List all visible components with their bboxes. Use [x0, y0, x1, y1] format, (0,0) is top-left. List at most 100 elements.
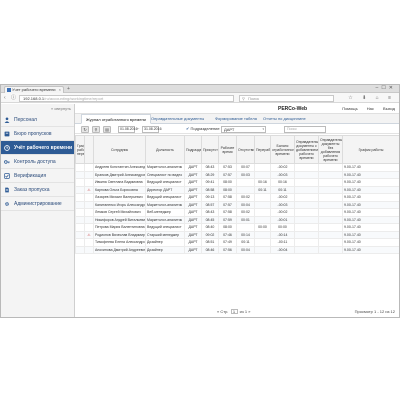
- division-select[interactable]: ДАРТ ▾: [221, 125, 266, 133]
- table-row[interactable]: Бранков Дмитрий Александрович Специалист …: [75, 170, 399, 179]
- table-row[interactable]: Никифоров Андрей Витальевич Маркетолог-ан…: [75, 215, 399, 224]
- check-icon: [4, 173, 10, 179]
- table-cell-position: Директор ДАРТ: [145, 185, 185, 194]
- column-header[interactable]: Оправдательные документы с добавлением р…: [294, 135, 319, 164]
- search-filter-icon[interactable]: ⚲: [92, 125, 100, 133]
- table-cell-presence: 08:43: [201, 163, 219, 172]
- column-header[interactable]: Подразделение: [184, 135, 202, 164]
- table-cell-schedule: 9.00-17.40: [342, 185, 399, 194]
- table-row[interactable]: Анохинова Дмитрий Андреевич Дизайнер ДАРТ 0…: [75, 245, 399, 254]
- favicon-icon: [7, 88, 11, 92]
- table-row[interactable]: Тимофеева Елена АлександровнаДизайнерДАР…: [75, 238, 399, 247]
- table-cell-position: Ведущий специалист: [145, 193, 185, 202]
- column-header[interactable]: [84, 135, 94, 164]
- table-cell-work: 07:56: [218, 245, 237, 254]
- about-link[interactable]: Нас: [367, 106, 374, 111]
- back-icon[interactable]: ‹: [4, 94, 6, 102]
- section-tabs: Журнал отработанного времени Оправдатель…: [75, 114, 399, 124]
- browser-nav-bar: ‹ ⓘ 192.168.0.1/ru/accounting/workingtim…: [1, 93, 399, 103]
- table-row[interactable]: Капитаненко Игорь АлександровичМаркетоло…: [75, 200, 399, 209]
- tab-discipline-reports[interactable]: Отчеты по дисциплине: [263, 114, 306, 124]
- table-cell-schedule-dev: [75, 215, 85, 224]
- browser-search-input[interactable]: ⚲ Поиск: [239, 94, 334, 102]
- url-host: 192.168.0.1: [23, 95, 45, 101]
- column-header[interactable]: Должность: [145, 135, 185, 164]
- sidebar-item-3[interactable]: Контроль доступа: [1, 155, 74, 169]
- table-cell-doc-noadd: [318, 208, 343, 217]
- table-cell-warn: [84, 163, 94, 172]
- key-icon: [4, 159, 10, 165]
- site-info-icon[interactable]: ⓘ: [11, 94, 16, 102]
- column-header[interactable]: Переработка: [254, 135, 271, 164]
- table-cell-schedule: 9.00-17.40: [342, 215, 399, 224]
- table-cell-presence: 08:46: [201, 245, 219, 254]
- table-cell-doc-add: [294, 163, 319, 172]
- table-cell-presence: 08:43: [201, 208, 219, 217]
- table-row[interactable]: ⚠ Карпова Ольга Борисовна Директор ДАРТ ДАР…: [75, 185, 399, 194]
- window-controls[interactable]: –☐✕: [376, 85, 396, 92]
- division-filter-label[interactable]: ✔ Подразделение: [186, 126, 220, 131]
- table-row[interactable]: Ивкина Светлана Вадимовна Ведущий специал…: [75, 178, 399, 187]
- help-link[interactable]: Помощь: [342, 106, 357, 111]
- table-cell-doc-noadd: [318, 200, 343, 209]
- sidebar-item-4[interactable]: Верификация: [1, 169, 74, 183]
- table-cell-position: Маркетолог-аналитик: [145, 200, 185, 209]
- column-header[interactable]: Присутствие: [201, 135, 219, 164]
- prev-page-button[interactable]: «: [217, 309, 219, 314]
- table-cell-doc-add: [294, 200, 319, 209]
- page-label: Стр.: [220, 309, 229, 314]
- column-header[interactable]: Отсутствие: [236, 135, 255, 164]
- address-bar[interactable]: 192.168.0.1/ru/accounting/workingtime/re…: [19, 94, 234, 102]
- table-cell-schedule-dev: [75, 223, 85, 232]
- table-search-input[interactable]: Поиск: [284, 125, 326, 133]
- column-header[interactable]: Баланс отработанного времени: [270, 135, 295, 164]
- table-cell-schedule-dev: [75, 193, 85, 202]
- table-cell-position: Дизайнер: [145, 238, 185, 247]
- table-cell-warn: ⚠: [84, 185, 94, 194]
- sidebar-item-5[interactable]: Заказ пропуска: [1, 183, 74, 197]
- checkbox-icon[interactable]: ✔: [186, 126, 189, 131]
- tab-justification-docs[interactable]: Оправдательные документы: [151, 114, 204, 124]
- table-row[interactable]: Петрова Мария Валентиновна Ведущий специа…: [75, 223, 399, 232]
- table-row[interactable]: ⚠Родионов Вячеслав ВладимировичСтарший м…: [75, 230, 399, 239]
- browser-window: Учет рабочего времени × + –☐✕ ‹ ⓘ 192.16…: [0, 84, 400, 318]
- table-cell-position: Ведущий специалист: [145, 223, 185, 232]
- column-header[interactable]: Оправдательные документы без добавления …: [318, 135, 343, 164]
- sidebar-item-2[interactable]: Учёт рабочего времени: [1, 141, 74, 155]
- attendance-table: График работы пере… СотрудникДолжностьПод…: [75, 135, 399, 254]
- table-cell-doc-noadd: [318, 163, 343, 172]
- browser-tab[interactable]: Учет рабочего времени ×: [4, 86, 64, 93]
- refresh-icon[interactable]: ↻: [81, 125, 89, 133]
- column-header[interactable]: График работы пере…: [75, 135, 85, 164]
- column-header[interactable]: Рабочее время: [218, 135, 237, 164]
- logout-link[interactable]: Выход: [383, 106, 395, 111]
- table-cell-schedule: 9.00-17.40: [342, 238, 399, 247]
- collapse-sidebar-button[interactable]: « свернуть: [1, 104, 74, 113]
- tab-work-log[interactable]: Журнал отработанного времени: [81, 114, 151, 124]
- sidebar-item-0[interactable]: Персонал: [1, 113, 74, 127]
- table-cell-doc-noadd: [318, 193, 343, 202]
- date-to-input[interactable]: 31.08.2016: [142, 125, 162, 133]
- pager-controls: « Стр. 1 из 1 »: [217, 309, 250, 314]
- table-row[interactable]: Андреев Константин АлександровичМаркетол…: [75, 163, 399, 172]
- table-row[interactable]: Лазарев Михаил Валерьевич Ведущий специал…: [75, 193, 399, 202]
- print-icon[interactable]: ▤: [103, 125, 111, 133]
- column-header[interactable]: Сотрудник: [93, 135, 146, 164]
- sidebar-item-6[interactable]: Администрирование: [1, 197, 74, 211]
- table-cell-overtime: [254, 238, 271, 247]
- page-number-input[interactable]: 1: [230, 309, 238, 314]
- table-cell-division: ДАРТ: [184, 193, 202, 202]
- column-header[interactable]: График работы: [342, 135, 399, 164]
- table-cell-doc-add: [294, 208, 319, 217]
- chevron-down-icon: ▾: [262, 126, 264, 131]
- sidebar-item-1[interactable]: Бюро пропусков: [1, 127, 74, 141]
- table-row[interactable]: Лемков Сергей Михайлович Веб-менеджер ДАРТ…: [75, 208, 399, 217]
- table-cell-doc-add: [294, 178, 319, 187]
- next-page-button[interactable]: »: [248, 309, 250, 314]
- table-cell-division: ДАРТ: [184, 170, 202, 179]
- badge-icon: [4, 131, 10, 137]
- tab-timesheet[interactable]: Формирование табеля: [215, 114, 257, 124]
- new-tab-button[interactable]: +: [67, 86, 70, 92]
- browser-toolbar-icons[interactable]: ☆ ⬇ ⌂ ≡: [348, 94, 395, 102]
- date-from-input[interactable]: 01.08.2016: [118, 125, 138, 133]
